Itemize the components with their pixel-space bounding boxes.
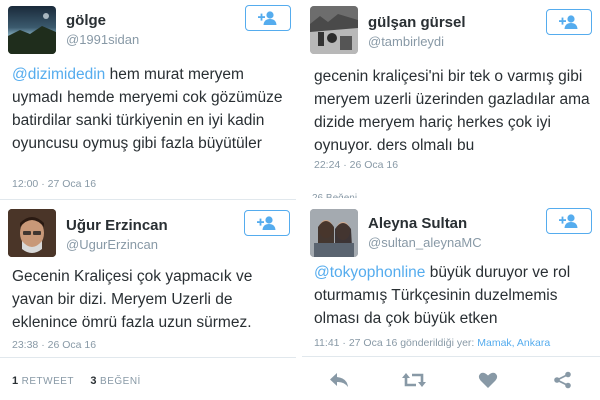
divider bbox=[0, 199, 296, 200]
tweet-actions bbox=[302, 368, 600, 392]
reply-button[interactable] bbox=[302, 368, 376, 392]
user-name[interactable]: Aleyna Sultan bbox=[368, 215, 467, 232]
tweet-text: @dizimidedin hem murat meryem uymadı hem… bbox=[12, 63, 290, 155]
reply-icon bbox=[330, 373, 348, 387]
avatar-portrait-image bbox=[8, 209, 56, 257]
avatar[interactable] bbox=[310, 209, 358, 257]
timestamp-text[interactable]: 11:41 · 27 Oca 16 gönderildiği yer: bbox=[314, 337, 477, 349]
retweet-button[interactable] bbox=[377, 368, 451, 392]
follow-user-icon bbox=[257, 216, 276, 230]
tweet-card[interactable]: Aleyna Sultan @sultan_aleynaMC @tokyopho… bbox=[302, 203, 600, 400]
retweet-icon bbox=[401, 373, 426, 387]
tweet-timestamp[interactable]: 12:00 · 27 Oca 16 bbox=[12, 178, 96, 190]
like-label[interactable]: BEĞENİ bbox=[100, 376, 141, 387]
tweet-card[interactable]: gölge @1991sidan @dizimidedin hem murat … bbox=[0, 0, 296, 200]
heart-icon bbox=[479, 372, 498, 388]
like-button[interactable] bbox=[451, 368, 525, 392]
share-button[interactable] bbox=[526, 368, 600, 392]
mention-link[interactable]: @tokyophonline bbox=[314, 264, 425, 281]
avatar-photo-image bbox=[310, 209, 358, 257]
user-name[interactable]: gölge bbox=[66, 12, 106, 29]
divider bbox=[0, 357, 296, 358]
follow-user-icon bbox=[258, 11, 277, 25]
divider bbox=[302, 356, 600, 357]
like-count[interactable]: 3 bbox=[90, 375, 97, 387]
location-link[interactable]: Mamak, Ankara bbox=[477, 337, 550, 349]
avatar-photo-image bbox=[310, 6, 358, 54]
tweet-card[interactable]: gülşan gürsel @tambirleydi gecenin krali… bbox=[302, 0, 600, 192]
avatar-landscape-image bbox=[8, 13, 56, 54]
retweet-label[interactable]: RETWEET bbox=[22, 376, 74, 387]
retweet-count[interactable]: 1 bbox=[12, 375, 19, 387]
avatar[interactable] bbox=[310, 6, 358, 54]
mention-link[interactable]: @dizimidedin bbox=[12, 66, 105, 83]
tweet-stats: 1 RETWEET 3 BEĞENİ bbox=[12, 375, 141, 387]
user-handle[interactable]: @sultan_aleynaMC bbox=[368, 235, 482, 250]
tweet-card[interactable]: Uğur Erzincan @UgurErzincan Gecenin Kral… bbox=[0, 203, 296, 400]
follow-button[interactable] bbox=[244, 210, 290, 236]
user-handle[interactable]: @1991sidan bbox=[66, 32, 139, 47]
follow-user-icon bbox=[559, 15, 578, 29]
follow-button[interactable] bbox=[245, 5, 291, 31]
user-handle[interactable]: @UgurErzincan bbox=[66, 237, 158, 252]
user-name[interactable]: Uğur Erzincan bbox=[66, 217, 168, 234]
avatar[interactable] bbox=[8, 209, 56, 257]
follow-user-icon bbox=[559, 214, 578, 228]
tweet-timestamp[interactable]: 23:38 · 26 Oca 16 bbox=[12, 339, 96, 351]
user-name[interactable]: gülşan gürsel bbox=[368, 14, 466, 31]
avatar[interactable] bbox=[8, 6, 56, 54]
tweet-timestamp: 11:41 · 27 Oca 16 gönderildiği yer: Mama… bbox=[314, 337, 550, 349]
follow-button[interactable] bbox=[546, 9, 592, 35]
tweet-timestamp[interactable]: 22:24 · 26 Oca 16 bbox=[314, 159, 398, 171]
user-handle[interactable]: @tambirleydi bbox=[368, 34, 444, 49]
share-icon bbox=[554, 371, 571, 389]
partial-stats-text: 26 Beğeni bbox=[312, 193, 372, 198]
tweet-text: @tokyophonline büyük duruyor ve rol otur… bbox=[314, 261, 598, 330]
follow-button[interactable] bbox=[546, 208, 592, 234]
tweet-text: Gecenin Kraliçesi çok yapmacık ve yavan … bbox=[12, 268, 253, 331]
tweet-text: gecenin kraliçesi'ni bir tek o varmış gi… bbox=[314, 68, 590, 154]
